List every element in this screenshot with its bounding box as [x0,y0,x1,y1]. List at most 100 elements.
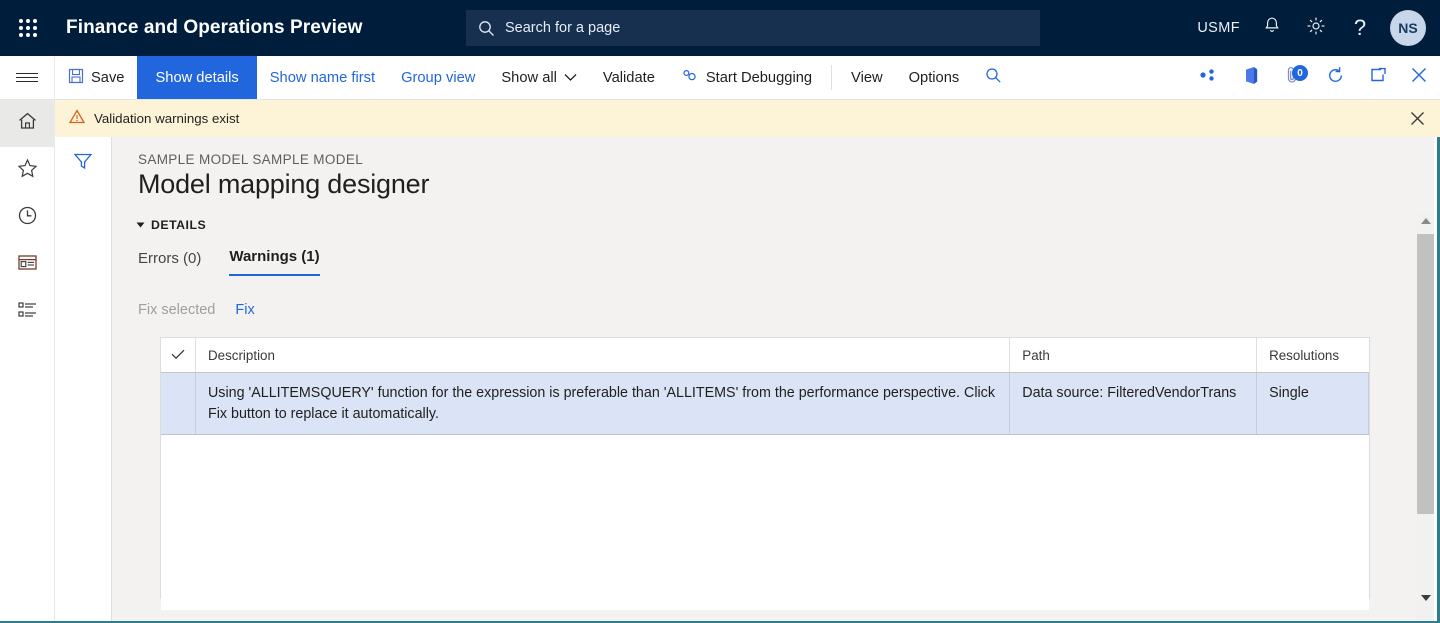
row-select-cell[interactable] [161,373,196,434]
share-icon [1199,68,1219,87]
page-title: Model mapping designer [138,169,1434,200]
column-header-description[interactable]: Description [196,338,1010,372]
avatar[interactable]: NS [1390,10,1426,46]
save-label: Save [91,70,124,86]
save-button[interactable]: Save [55,56,137,99]
page-search-button[interactable] [972,56,1014,99]
hamburger-icon [16,70,38,85]
group-view-button[interactable]: Group view [388,56,488,99]
vertical-scrollbar[interactable] [1417,212,1434,623]
validation-tabs: Errors (0) Warnings (1) [138,248,1434,276]
chevron-expanded-icon [137,223,145,228]
top-navigation-bar: Finance and Operations Preview Search fo… [0,0,1440,56]
validation-message-bar: Validation warnings exist [55,100,1440,137]
show-all-label: Show all [501,70,557,86]
search-icon [478,20,495,37]
command-bar: Save Show details Show name first Group … [0,56,1440,100]
validation-message-text: Validation warnings exist [94,111,239,126]
tab-warnings[interactable]: Warnings (1) [229,248,319,276]
list-icon [17,300,38,324]
clock-icon [17,205,38,231]
select-all-header-cell[interactable] [161,338,196,372]
rail-item-recent[interactable] [0,194,55,241]
waffle-icon [19,19,37,37]
global-search-placeholder: Search for a page [505,20,620,36]
debug-gears-icon [681,68,699,88]
breadcrumb: SAMPLE MODEL SAMPLE MODEL [138,152,1434,167]
scrollbar-track[interactable] [1417,229,1434,606]
share-button[interactable] [1188,56,1230,99]
topbar-right-group: USMF ? NS [1187,0,1440,56]
scroll-up-button[interactable] [1417,212,1434,229]
grid-header-row: Description Path Resolutions [161,338,1369,373]
view-menu[interactable]: View [838,56,896,99]
filter-pane [55,137,112,623]
column-header-path[interactable]: Path [1010,338,1257,372]
attachments-count-badge: 0 [1292,65,1308,81]
close-page-button[interactable] [1398,56,1440,99]
main-content-area: SAMPLE MODEL SAMPLE MODEL Model mapping … [112,137,1434,623]
office-app-button[interactable] [1230,56,1272,99]
fix-button[interactable]: Fix [235,302,254,318]
left-navigation-rail [0,100,55,623]
options-menu[interactable]: Options [896,56,973,99]
start-debugging-button[interactable]: Start Debugging [668,56,825,99]
global-search-input[interactable]: Search for a page [466,10,1040,46]
navigation-pane-toggle[interactable] [0,56,55,99]
scroll-down-button[interactable] [1417,589,1434,606]
command-bar-spacer [1014,56,1188,99]
show-details-button[interactable]: Show details [137,56,256,99]
application-window: Finance and Operations Preview Search fo… [0,0,1440,623]
notifications-button[interactable] [1250,0,1294,56]
help-icon: ? [1354,17,1366,39]
rail-item-modules[interactable] [0,288,55,335]
company-selector[interactable]: USMF [1187,0,1250,56]
office-app-icon [1243,66,1259,90]
warning-triangle-icon [69,109,85,129]
command-separator [831,65,832,90]
attachments-button[interactable]: 0 [1272,56,1314,99]
grid-empty-area [161,435,1369,610]
filter-button[interactable] [71,151,95,176]
workspace-icon [17,253,38,277]
chevron-down-icon [564,70,577,86]
rail-item-favorites[interactable] [0,147,55,194]
start-debugging-label: Start Debugging [706,70,812,86]
show-all-dropdown[interactable]: Show all [488,56,590,99]
message-bar-close-button[interactable] [1409,110,1426,127]
home-icon [17,111,38,136]
rail-item-workspaces[interactable] [0,241,55,288]
app-title: Finance and Operations Preview [66,17,363,39]
bell-icon [1263,16,1281,40]
details-section-label: DETAILS [151,218,206,232]
refresh-button[interactable] [1314,56,1356,99]
rail-item-home[interactable] [0,100,55,147]
save-disk-icon [68,68,84,88]
app-launcher-button[interactable] [0,0,56,56]
settings-button[interactable] [1294,0,1338,56]
scroll-up-arrow-icon [1421,218,1431,224]
funnel-icon [72,151,94,176]
fix-selected-button[interactable]: Fix selected [138,302,215,318]
checkmark-icon [171,348,185,363]
column-header-resolutions[interactable]: Resolutions [1257,338,1369,372]
warnings-grid: Description Path Resolutions Using 'ALLI… [160,337,1370,599]
refresh-icon [1326,66,1345,90]
details-section-header[interactable]: DETAILS [138,218,1434,232]
gear-icon [1306,16,1326,41]
table-row[interactable]: Using 'ALLITEMSQUERY' function for the e… [161,373,1369,435]
open-in-new-window-button[interactable] [1356,56,1398,99]
scrollbar-thumb[interactable] [1417,234,1434,514]
show-name-first-button[interactable]: Show name first [257,56,388,99]
search-icon [985,67,1002,89]
scroll-down-arrow-icon [1421,595,1431,601]
star-icon [17,158,38,183]
cell-description: Using 'ALLITEMSQUERY' function for the e… [196,373,1010,434]
open-in-new-window-icon [1368,67,1387,89]
tab-errors[interactable]: Errors (0) [138,250,201,276]
help-button[interactable]: ? [1338,0,1382,56]
validate-button[interactable]: Validate [590,56,668,99]
grid-toolbar: Fix selected Fix [138,302,1434,318]
cell-path: Data source: FilteredVendorTrans [1010,373,1257,434]
cell-resolutions: Single [1257,373,1369,434]
